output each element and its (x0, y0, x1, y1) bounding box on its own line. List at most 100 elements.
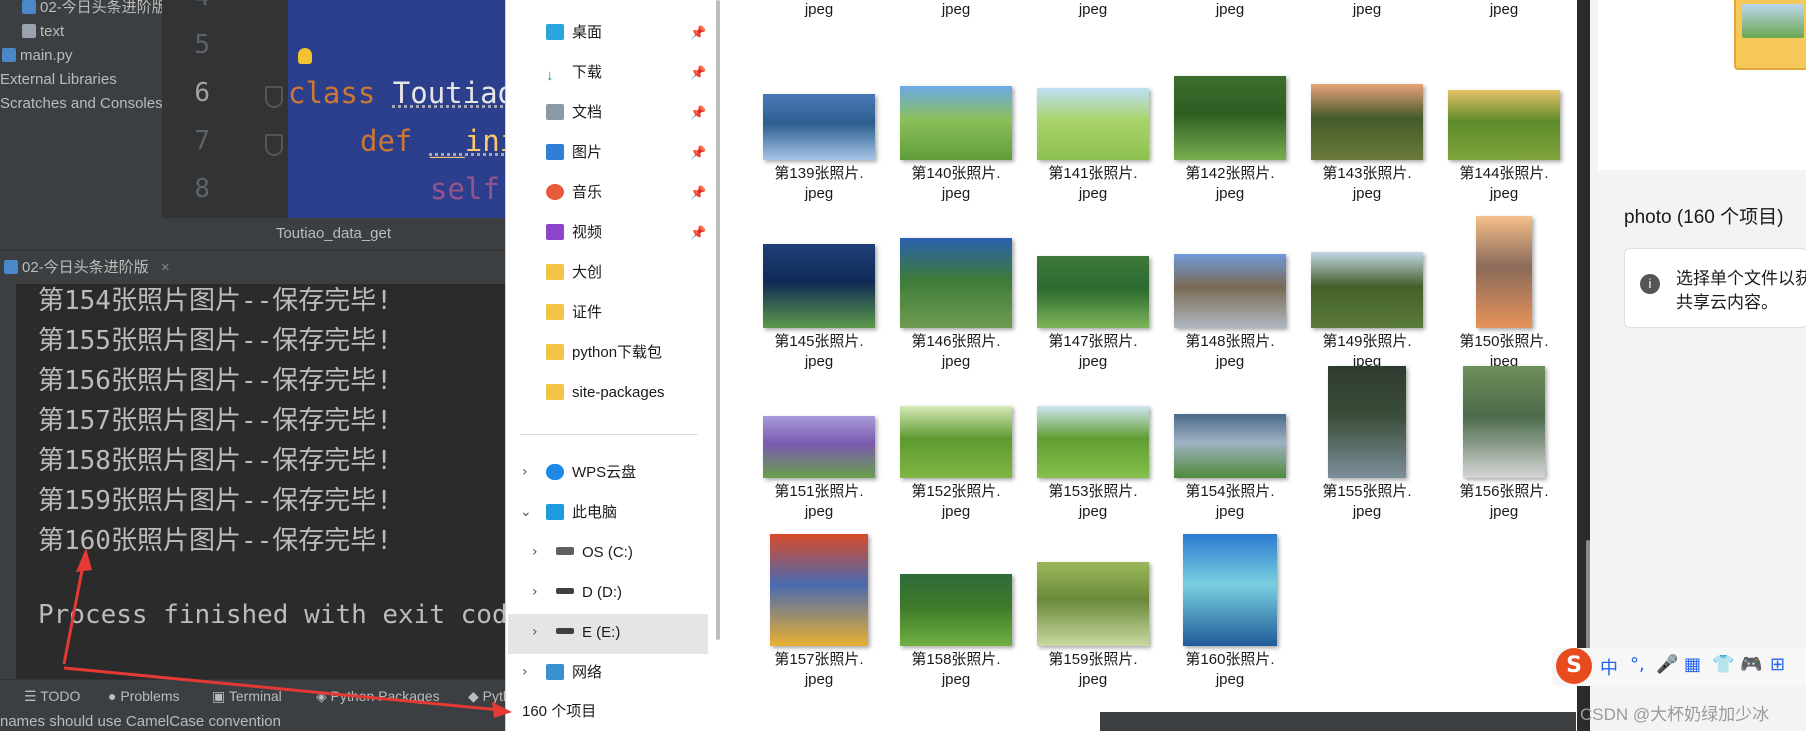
file-tile[interactable]: 第143张照片. jpeg (1302, 48, 1432, 218)
lightbulb-icon[interactable] (298, 48, 312, 64)
nav-item-this-pc[interactable]: 此电脑 (546, 498, 617, 528)
file-tile[interactable]: 第156张照片. jpeg (1439, 366, 1569, 536)
close-icon[interactable]: × (161, 259, 170, 276)
nav-item-folder[interactable]: 证件 (546, 298, 602, 328)
nav-item-folder[interactable]: site-packages (546, 378, 665, 408)
chevron-right-icon[interactable]: › (532, 624, 538, 640)
tool-window-terminal[interactable]: ▣ Terminal (212, 688, 282, 705)
file-tile[interactable]: 第159张照片. jpeg (1028, 534, 1158, 704)
microphone-icon[interactable]: 🎤 (1656, 654, 1678, 675)
game-icon[interactable]: 🎮 (1740, 654, 1762, 675)
sogou-logo-icon[interactable]: S (1556, 648, 1592, 684)
image-thumbnail (1037, 406, 1149, 478)
file-tile[interactable]: 第147张照片. jpeg (1028, 216, 1158, 386)
tree-item-external-libraries[interactable]: External Libraries (0, 68, 117, 92)
tool-window-todo[interactable]: ☰ TODO (24, 688, 80, 705)
file-tile[interactable]: 第150张照片. jpeg (1439, 216, 1569, 386)
image-thumbnail (1476, 216, 1532, 328)
folder-icon (546, 304, 564, 320)
file-name: 第142张照片. (1185, 165, 1275, 182)
nav-item-drive-d[interactable]: D (D:) (556, 578, 622, 608)
tree-item-scratches[interactable]: Scratches and Consoles (0, 92, 163, 116)
desktop-icon (546, 24, 564, 40)
nav-item-drive-c[interactable]: OS (C:) (556, 538, 633, 568)
file-extension: jpeg (1078, 503, 1108, 520)
grid-icon[interactable]: ⊞ (1770, 654, 1785, 675)
nav-scrollbar[interactable] (716, 0, 720, 640)
image-thumbnail (770, 534, 868, 646)
file-tile[interactable]: 第141张照片. jpeg (1028, 48, 1158, 218)
chevron-right-icon[interactable]: › (532, 584, 538, 600)
code-editor[interactable]: class Toutiao_data_get def __init__ self (288, 0, 505, 218)
line-number: 5 (194, 30, 210, 60)
file-tile[interactable]: 第148张照片. jpeg (1165, 216, 1295, 386)
image-thumbnail (900, 574, 1012, 646)
editor-breadcrumb[interactable]: Toutiao_data_get (162, 218, 505, 250)
python-icon: ◆ (468, 688, 483, 704)
pin-icon[interactable]: 📌 (690, 226, 706, 241)
file-extension: jpeg (1215, 671, 1245, 688)
file-tile[interactable]: 第157张照片. jpeg (754, 534, 884, 704)
info-icon: i (1640, 274, 1660, 294)
file-extension: jpeg (1215, 1, 1245, 18)
keyboard-icon[interactable]: ▦ (1684, 654, 1701, 675)
image-thumbnail (1183, 534, 1277, 646)
tree-item-text[interactable]: text (22, 20, 64, 44)
details-title: photo (160 个项目) (1624, 207, 1784, 228)
file-tile[interactable]: 第145张照片. jpeg (754, 216, 884, 386)
nav-item-wps-cloud[interactable]: WPS云盘 (546, 458, 636, 488)
file-tile[interactable]: 第153张照片. jpeg (1028, 366, 1158, 536)
chevron-down-icon[interactable]: ⌄ (520, 504, 532, 520)
skin-icon[interactable]: 👕 (1712, 654, 1734, 675)
nav-item-folder[interactable]: 大创 (546, 258, 602, 288)
chevron-right-icon[interactable]: › (522, 664, 528, 680)
code-class-name: Toutiao_data_get (392, 76, 505, 110)
run-tab[interactable]: 02-今日头条进阶版 × (4, 254, 170, 282)
file-tile[interactable]: 第154张照片. jpeg (1165, 366, 1295, 536)
file-tile[interactable]: 第146张照片. jpeg (891, 216, 1021, 386)
fold-marker-icon[interactable] (265, 134, 283, 156)
pin-icon[interactable]: 📌 (690, 26, 706, 41)
tree-item-project-folder[interactable]: 02-今日头条进阶版 (22, 0, 167, 20)
line-number: 6 (194, 78, 210, 108)
file-tile[interactable]: 第142张照片. jpeg (1165, 48, 1295, 218)
chevron-right-icon[interactable]: › (532, 544, 538, 560)
file-tile[interactable]: 第158张照片. jpeg (891, 534, 1021, 704)
nav-item-desktop[interactable]: 桌面 (546, 18, 602, 48)
fold-marker-icon[interactable] (265, 86, 283, 108)
run-console[interactable]: 第154张照片图片--保存完毕! 第155张照片图片--保存完毕! 第156张照… (16, 284, 505, 679)
nav-item-folder[interactable]: python下载包 (546, 338, 662, 368)
code-keyword: def (360, 124, 413, 158)
file-tile[interactable]: 第160张照片. jpeg (1165, 534, 1295, 704)
pin-icon[interactable]: 📌 (690, 66, 706, 81)
pin-icon[interactable]: 📌 (690, 186, 706, 201)
nav-item-downloads[interactable]: ↓ 下载 (546, 58, 602, 88)
file-tile[interactable]: 第152张照片. jpeg (891, 366, 1021, 536)
tree-item-main-py[interactable]: main.py (2, 44, 73, 68)
pin-icon[interactable]: 📌 (690, 146, 706, 161)
file-tile[interactable]: 第151张照片. jpeg (754, 366, 884, 536)
video-icon (546, 224, 564, 240)
file-extension: jpeg (941, 185, 971, 202)
nav-item-videos[interactable]: 视频 (546, 218, 602, 248)
ime-chinese-mode-button[interactable]: 中 (1600, 654, 1618, 680)
file-tile[interactable]: 第155张照片. jpeg (1302, 366, 1432, 536)
file-tile[interactable]: 第149张照片. jpeg (1302, 216, 1432, 386)
nav-item-pictures[interactable]: 图片 (546, 138, 602, 168)
ime-punctuation-button[interactable]: °, (1630, 654, 1645, 675)
nav-item-documents[interactable]: 文档 (546, 98, 602, 128)
code-self: self (430, 172, 500, 206)
file-extension: jpeg (804, 503, 834, 520)
nav-item-drive-e[interactable]: E (E:) (556, 618, 620, 648)
folder-icon (546, 264, 564, 280)
tool-window-python-packages[interactable]: ◈ Python Packages (316, 688, 440, 705)
file-tile[interactable]: 第144张照片. jpeg (1439, 48, 1569, 218)
file-extension: jpeg (1352, 503, 1382, 520)
nav-item-music[interactable]: 音乐 (546, 178, 602, 208)
tool-window-problems[interactable]: ● Problems (108, 688, 180, 704)
nav-item-network[interactable]: 网络 (546, 658, 602, 688)
pin-icon[interactable]: 📌 (690, 106, 706, 121)
chevron-right-icon[interactable]: › (522, 464, 528, 480)
file-tile[interactable]: 第140张照片. jpeg (891, 48, 1021, 218)
file-tile[interactable]: 第139张照片. jpeg (754, 48, 884, 218)
